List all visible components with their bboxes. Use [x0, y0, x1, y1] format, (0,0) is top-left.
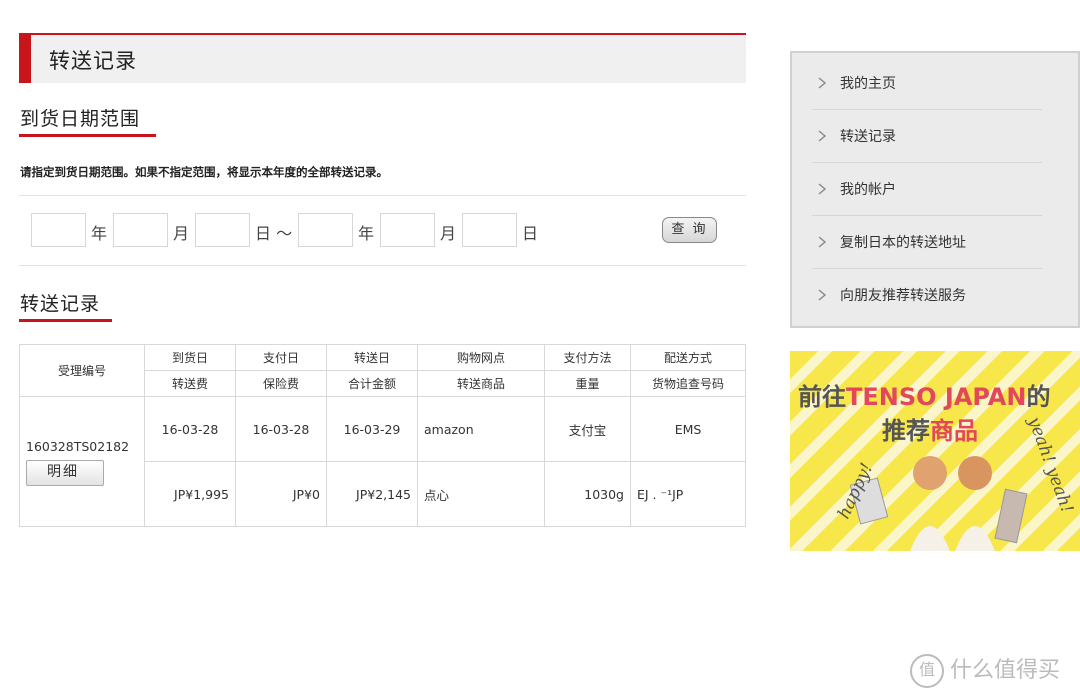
banner-headline: 前往TENSO JAPAN的 [798, 377, 1050, 412]
banner-headline-post: 的 [1026, 383, 1051, 411]
from-month-input[interactable] [113, 213, 168, 247]
sidebar-item-my-page[interactable]: 我的主页 [812, 57, 1042, 110]
table-header: 转送费 [144, 370, 236, 397]
to-year-input[interactable] [298, 213, 353, 247]
table-header: 支付方法 [544, 344, 631, 371]
shopping-people-illustration [850, 456, 1028, 551]
table-header: 转送商品 [417, 370, 545, 397]
table-cell: JP¥0 [235, 461, 327, 527]
records-heading: 转送记录 [20, 293, 101, 315]
sidebar-item-label: 转送记录 [840, 129, 896, 145]
from-month-label: 月 [173, 224, 190, 243]
table-cell: 16-03-28 [144, 396, 236, 462]
date-range-note: 请指定到货日期范围。如果不指定范围，将显示本年度的全部转送记录。 [20, 165, 388, 179]
table-cell: 支付宝 [544, 396, 631, 462]
banner-script-right: yeah! yeah! [1023, 414, 1077, 516]
page-title: 转送记录 [49, 49, 137, 73]
chevron-right-icon [818, 130, 827, 142]
sidebar-item-label: 向朋友推荐转送服务 [840, 288, 966, 304]
from-day-label: 日 ～ [255, 224, 293, 243]
table-cell: 16-03-28 [235, 396, 327, 462]
record-id: 160328TS02182 [26, 439, 130, 454]
table-header: 合计金额 [326, 370, 418, 397]
table-header: 到货日 [144, 344, 236, 371]
table-header: 转送日 [326, 344, 418, 371]
table-header: 购物网点 [417, 344, 545, 371]
table-header: 重量 [544, 370, 631, 397]
table-cell: 1030g [544, 461, 631, 527]
table-cell: JP¥2,145 [326, 461, 418, 527]
to-day-input[interactable] [462, 213, 517, 247]
date-range-underline [19, 134, 156, 137]
table-cell: 点心 [417, 461, 545, 527]
watermark-text: 什么值得买 [950, 658, 1061, 683]
sidebar-item-label: 复制日本的转送地址 [840, 235, 966, 251]
sidebar-item-label: 我的帐户 [840, 182, 896, 198]
sidebar-item-my-account[interactable]: 我的帐户 [812, 163, 1042, 216]
banner-headline-brand: TENSO JAPAN [846, 383, 1027, 411]
table-header-id: 受理编号 [19, 344, 145, 397]
page-header: 转送记录 [19, 33, 746, 83]
sidebar-menu: 我的主页 转送记录 我的帐户 复制日本的转送地址 向朋友推荐转送服务 [790, 51, 1080, 328]
chevron-right-icon [818, 236, 827, 248]
to-day-label: 日 [522, 224, 539, 243]
from-year-input[interactable] [31, 213, 86, 247]
table-cell: 16-03-29 [326, 396, 418, 462]
table-cell: EMS [630, 396, 746, 462]
watermark: 值什么值得买 [910, 652, 1060, 688]
sidebar-item-copy-address[interactable]: 复制日本的转送地址 [812, 216, 1042, 269]
sidebar-item-label: 我的主页 [840, 76, 896, 92]
chevron-right-icon [818, 183, 827, 195]
table-header: 支付日 [235, 344, 327, 371]
divider-top [19, 195, 746, 196]
header-accent-bar [19, 33, 31, 83]
promo-banner[interactable]: 前往TENSO JAPAN的 推荐商品 happy! yeah! yeah! [790, 351, 1080, 551]
table-cell: JP¥1,995 [144, 461, 236, 527]
detail-button[interactable]: 明细 [26, 460, 104, 486]
from-day-input[interactable] [195, 213, 250, 247]
divider-bottom [19, 265, 746, 266]
search-button[interactable]: 查 询 [662, 217, 717, 243]
to-month-label: 月 [440, 224, 457, 243]
banner-subline-pre: 推荐 [882, 417, 930, 445]
banner-subline: 推荐商品 [882, 411, 978, 446]
table-header: 货物追查号码 [630, 370, 746, 397]
table-header: 配送方式 [630, 344, 746, 371]
tracking-number-cell: EJ . ⁻¹JP [630, 461, 746, 527]
table-cell: amazon [417, 396, 545, 462]
banner-headline-pre: 前往 [798, 383, 846, 411]
table-header: 保险费 [235, 370, 327, 397]
records-table: 受理编号 到货日 支付日 转送日 购物网点 支付方法 配送方式 转送费 保险费 … [19, 344, 746, 527]
watermark-icon: 值 [910, 654, 944, 688]
to-year-label: 年 [358, 224, 375, 243]
sidebar-item-recommend-friend[interactable]: 向朋友推荐转送服务 [812, 269, 1042, 321]
sidebar-item-transfer-records[interactable]: 转送记录 [812, 110, 1042, 163]
chevron-right-icon [818, 77, 827, 89]
chevron-right-icon [818, 289, 827, 301]
to-month-input[interactable] [380, 213, 435, 247]
date-range-heading: 到货日期范围 [20, 108, 141, 130]
records-underline [19, 319, 112, 322]
banner-subline-em: 商品 [930, 417, 978, 445]
from-year-label: 年 [91, 224, 108, 243]
